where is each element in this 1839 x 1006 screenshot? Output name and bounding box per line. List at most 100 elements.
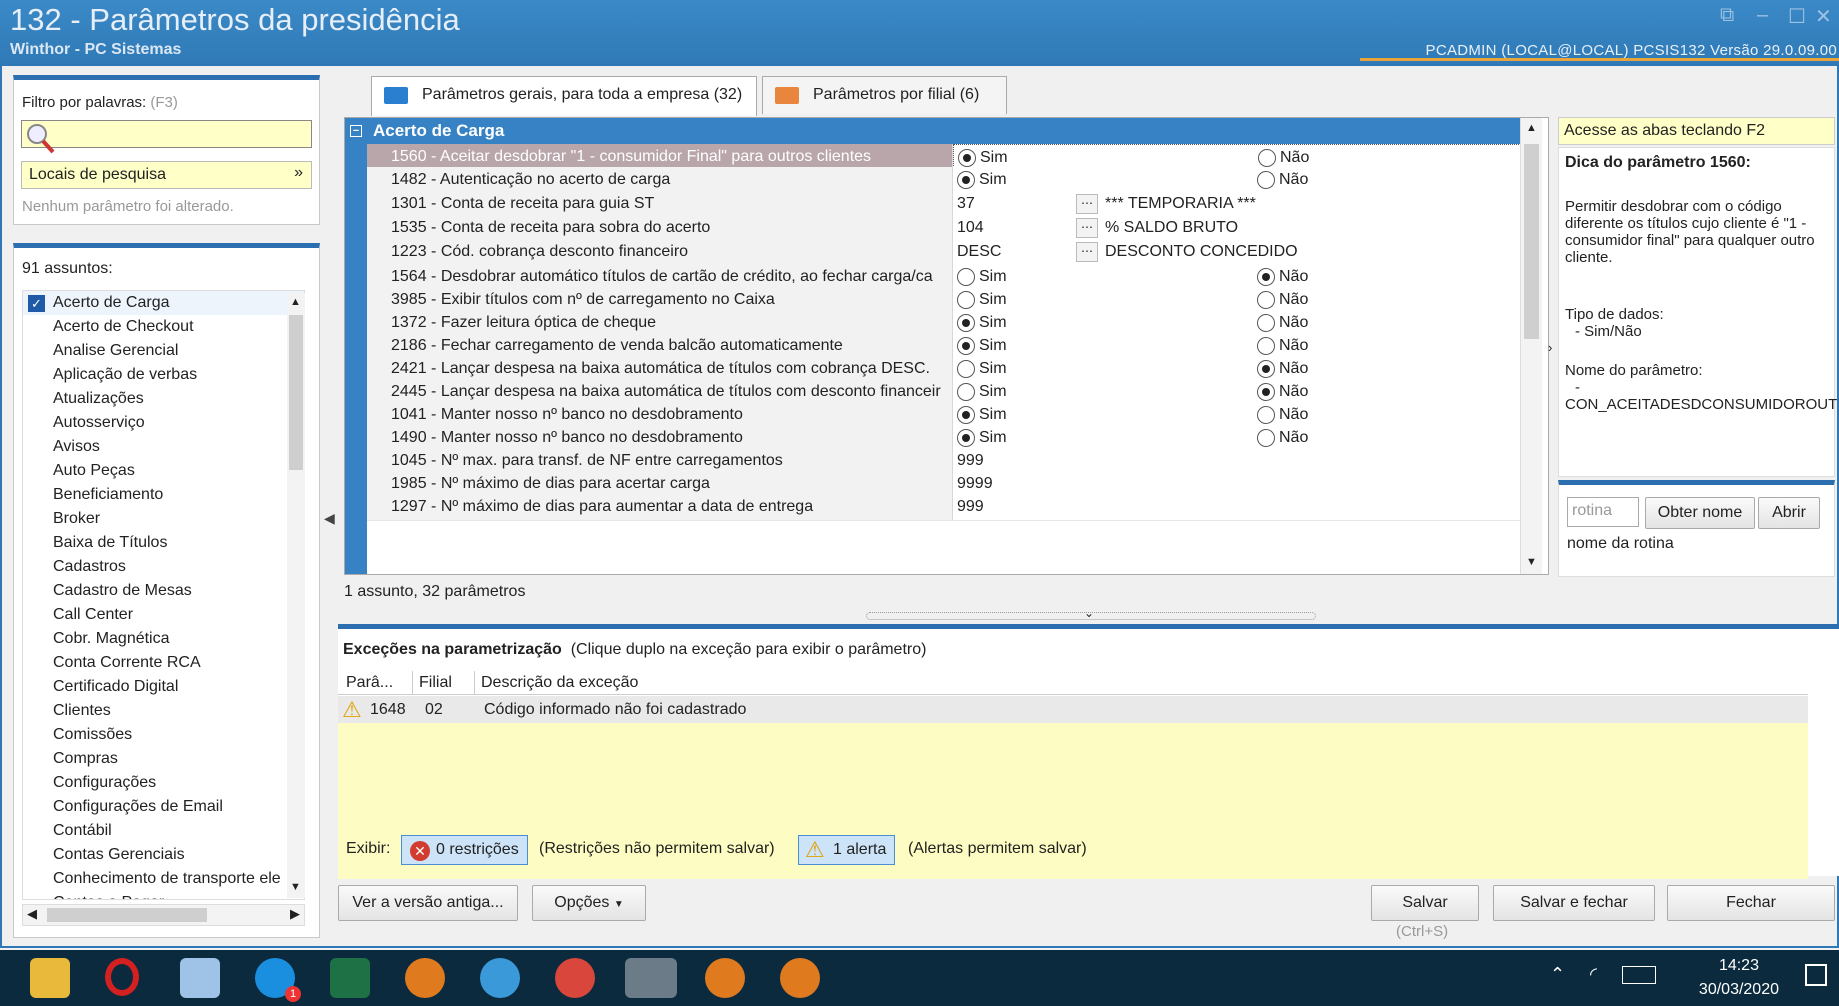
param-row[interactable]: 1535 - Conta de receita para sobra do ac… <box>367 215 1523 242</box>
param-value[interactable]: Sim Não <box>953 167 1523 193</box>
abrir-button[interactable]: Abrir <box>1758 497 1820 529</box>
old-version-button[interactable]: Ver a versão antiga... <box>338 885 518 921</box>
subject-item[interactable]: Clientes <box>23 699 304 723</box>
save-close-button[interactable]: Salvar e fechar <box>1493 885 1655 921</box>
radio-sim[interactable]: Sim <box>957 360 1007 378</box>
tab-branch-params[interactable]: Parâmetros por filial (6) <box>762 76 1007 114</box>
subject-item[interactable]: Atualizações <box>23 387 304 411</box>
subjects-hscrollbar[interactable]: ◀ ▶ <box>22 904 305 926</box>
radio-button-icon[interactable] <box>958 149 976 167</box>
options-button[interactable]: Opções ▼ <box>532 885 646 921</box>
radio-sim[interactable]: Sim <box>958 149 1008 167</box>
subject-item[interactable]: Avisos <box>23 435 304 459</box>
clock[interactable]: 14:23 30/03/2020 <box>1699 954 1779 1002</box>
subject-item[interactable]: Broker <box>23 507 304 531</box>
subject-item[interactable]: Configurações <box>23 771 304 795</box>
subject-item[interactable]: Contas Gerenciais <box>23 843 304 867</box>
subject-item[interactable]: Configurações de Email <box>23 795 304 819</box>
col-filial[interactable]: Filial <box>412 671 458 695</box>
subjects-scrollbar[interactable]: ▲ ▼ <box>287 293 305 898</box>
radio-button-icon[interactable] <box>1257 383 1275 401</box>
grid-scroll-thumb[interactable] <box>1524 144 1539 339</box>
subject-item[interactable]: Certificado Digital <box>23 675 304 699</box>
close-icon[interactable]: ✕ <box>1815 4 1832 29</box>
notepad-icon[interactable] <box>180 958 220 998</box>
scroll-thumb[interactable] <box>289 315 303 470</box>
radio-nao[interactable]: Não <box>1257 291 1308 309</box>
radio-nao[interactable]: Não <box>1257 337 1308 355</box>
radio-sim[interactable]: Sim <box>957 337 1007 355</box>
terminal-icon[interactable] <box>625 958 677 998</box>
scroll-left-icon[interactable]: ◀ <box>27 906 37 922</box>
radio-nao[interactable]: Não <box>1257 314 1308 332</box>
radio-nao[interactable]: Não <box>1257 383 1308 401</box>
radio-button-icon[interactable] <box>957 429 975 447</box>
wifi-icon[interactable]: ◜ <box>1590 964 1597 985</box>
param-value[interactable]: DESC ⋯ DESCONTO CONCEDIDO <box>953 239 1523 265</box>
winthor-icon[interactable] <box>705 958 745 998</box>
scroll-down-icon[interactable]: ▼ <box>290 881 301 893</box>
winthor-icon[interactable] <box>780 958 820 998</box>
scroll-down-icon[interactable]: ▼ <box>1526 556 1537 568</box>
radio-button-icon[interactable] <box>957 406 975 424</box>
close-button[interactable]: Fechar <box>1667 885 1835 921</box>
radio-nao[interactable]: Não <box>1257 429 1308 447</box>
radio-nao[interactable]: Não <box>1257 268 1308 286</box>
hscroll-thumb[interactable] <box>47 908 207 922</box>
tray-chevron-icon[interactable]: ⌃ <box>1550 964 1565 985</box>
radio-sim[interactable]: Sim <box>957 268 1007 286</box>
radio-sim[interactable]: Sim <box>957 429 1007 447</box>
radio-button-icon[interactable] <box>1257 171 1275 189</box>
radio-nao[interactable]: Não <box>1257 171 1308 189</box>
subject-item[interactable]: Cadastros <box>23 555 304 579</box>
chat-icon[interactable] <box>480 958 520 998</box>
grid-scrollbar[interactable]: ▲ ▼ <box>1520 118 1542 574</box>
param-row[interactable]: 1297 - Nº máximo de dias para aumentar a… <box>367 494 1523 521</box>
scroll-right-icon[interactable]: ▶ <box>290 906 300 922</box>
radio-button-icon[interactable] <box>957 383 975 401</box>
subject-item[interactable]: Aplicação de verbas <box>23 363 304 387</box>
radio-button-icon[interactable] <box>1257 429 1275 447</box>
subject-item[interactable]: Beneficiamento <box>23 483 304 507</box>
subject-item[interactable]: Baixa de Títulos <box>23 531 304 555</box>
subject-item[interactable]: Autosserviço <box>23 411 304 435</box>
collapse-left-icon[interactable]: ◀ <box>324 510 335 527</box>
collapse-icon[interactable]: − <box>350 125 362 137</box>
radio-sim[interactable]: Sim <box>957 406 1007 424</box>
group-header[interactable]: − Acerto de Carga <box>345 118 1523 144</box>
subject-item[interactable]: Compras <box>23 747 304 771</box>
radio-button-icon[interactable] <box>957 314 975 332</box>
ellipsis-button[interactable]: ⋯ <box>1076 242 1098 262</box>
obter-nome-button[interactable]: Obter nome <box>1645 497 1755 529</box>
radio-button-icon[interactable] <box>1257 337 1275 355</box>
opera-icon[interactable] <box>105 958 139 996</box>
subject-item[interactable]: Conhecimento de transporte ele <box>23 867 304 891</box>
radio-sim[interactable]: Sim <box>957 291 1007 309</box>
scroll-up-icon[interactable]: ▲ <box>1526 122 1537 134</box>
radio-button-icon[interactable] <box>1258 149 1276 167</box>
radio-nao[interactable]: Não <box>1257 360 1308 378</box>
subject-item[interactable]: ✓ Acerto de Carga <box>23 291 304 315</box>
subject-item[interactable]: Contas a Pagar <box>23 891 304 899</box>
col-param[interactable]: Parâ... <box>346 674 393 692</box>
radio-nao[interactable]: Não <box>1258 149 1309 167</box>
splitter-handle[interactable]: ⌄ <box>866 606 1316 620</box>
tab-general-params[interactable]: Parâmetros gerais, para toda a empresa (… <box>371 76 757 116</box>
subject-item[interactable]: Cobr. Magnética <box>23 627 304 651</box>
radio-button-icon[interactable] <box>957 268 975 286</box>
rotina-input[interactable]: rotina <box>1567 497 1639 527</box>
chrome-icon[interactable] <box>555 958 595 998</box>
search-locations-dropdown[interactable]: Locais de pesquisa » <box>21 161 312 189</box>
param-row[interactable]: 1223 - Cód. cobrança desconto financeiro… <box>367 239 1523 266</box>
excel-icon[interactable] <box>330 958 370 998</box>
radio-button-icon[interactable] <box>1257 291 1275 309</box>
radio-button-icon[interactable] <box>957 360 975 378</box>
subject-item[interactable]: Analise Gerencial <box>23 339 304 363</box>
radio-sim[interactable]: Sim <box>957 383 1007 401</box>
search-input[interactable] <box>21 120 312 154</box>
checkbox-checked-icon[interactable]: ✓ <box>28 295 45 312</box>
param-value[interactable]: 104 ⋯ % SALDO BRUTO <box>953 215 1523 241</box>
ellipsis-button[interactable]: ⋯ <box>1076 218 1098 238</box>
radio-button-icon[interactable] <box>1257 314 1275 332</box>
keyboard-icon[interactable] <box>1622 966 1656 984</box>
